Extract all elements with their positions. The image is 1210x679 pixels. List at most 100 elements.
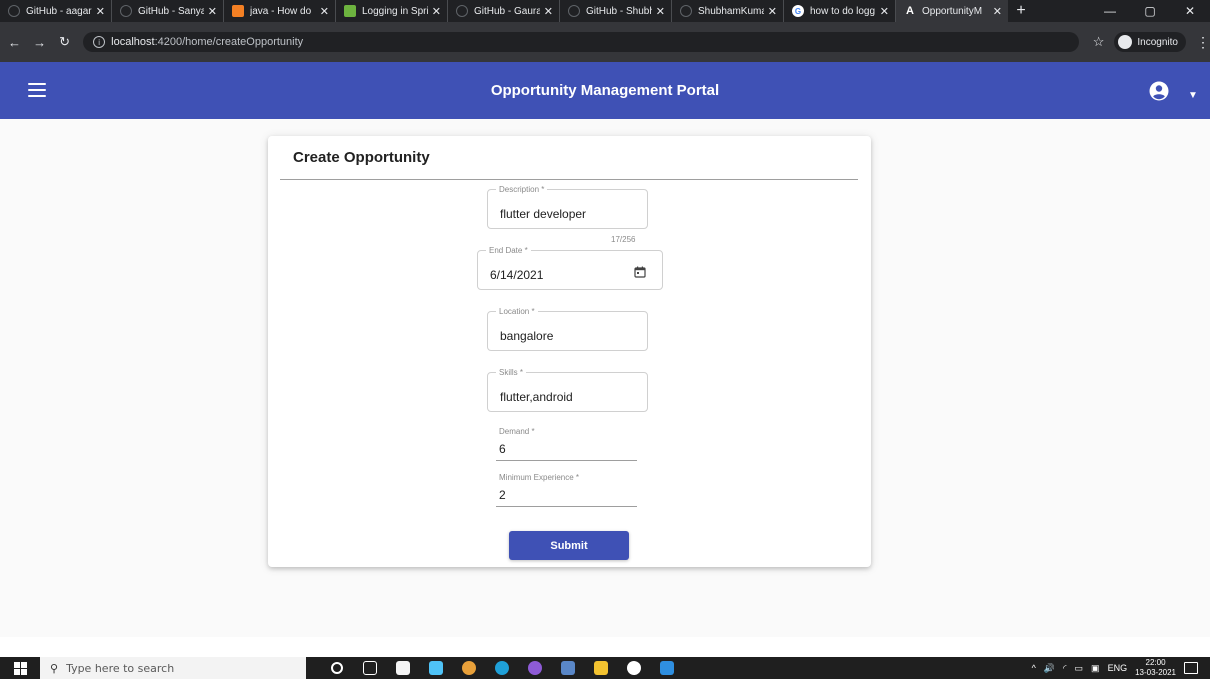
divider bbox=[280, 179, 858, 180]
system-tray: ^ 🔊 ◜ ▭ ▣ ENG 22:00 13-03-2021 bbox=[1032, 658, 1210, 678]
browser-tab[interactable]: GitHub - aagar ✕ bbox=[0, 0, 112, 22]
app-toolbar: Opportunity Management Portal ▼ bbox=[0, 62, 1210, 119]
new-tab-button[interactable]: + bbox=[1008, 0, 1034, 22]
close-icon[interactable]: ✕ bbox=[880, 5, 889, 18]
calendar-icon[interactable] bbox=[634, 265, 646, 283]
chrome-icon[interactable] bbox=[452, 657, 485, 679]
end-date-label: End Date * bbox=[486, 246, 531, 256]
window-close-icon[interactable]: ✕ bbox=[1170, 4, 1210, 18]
tray-chevron-icon[interactable]: ^ bbox=[1032, 663, 1036, 673]
tab-label: ShubhamKuma bbox=[698, 5, 764, 17]
close-icon[interactable]: ✕ bbox=[993, 5, 1002, 18]
browser-tab[interactable]: G how to do logg ✕ bbox=[784, 0, 896, 22]
tab-label: OpportunityM bbox=[922, 5, 983, 17]
close-icon[interactable]: ✕ bbox=[208, 5, 217, 18]
end-date-value: 6/14/2021 bbox=[490, 268, 544, 282]
location-value: bangalore bbox=[500, 329, 554, 343]
spring-icon bbox=[344, 5, 356, 17]
browser-tab[interactable]: java - How do ✕ bbox=[224, 0, 336, 22]
browser-tab[interactable]: GitHub - Gaura ✕ bbox=[448, 0, 560, 22]
tab-label: Logging in Spri bbox=[362, 5, 428, 17]
close-icon[interactable]: ✕ bbox=[96, 5, 105, 18]
volume-icon[interactable]: 🔊 bbox=[1044, 663, 1055, 674]
taskbar-clock[interactable]: 22:00 13-03-2021 bbox=[1135, 658, 1176, 678]
close-icon[interactable]: ✕ bbox=[320, 5, 329, 18]
description-char-counter: 17/256 bbox=[611, 235, 636, 244]
language-indicator[interactable]: ENG bbox=[1108, 663, 1128, 673]
create-opportunity-card: Create Opportunity Description * flutter… bbox=[268, 136, 871, 567]
close-icon[interactable]: ✕ bbox=[432, 5, 441, 18]
more-menu-icon[interactable]: ⋮ bbox=[1196, 34, 1210, 51]
cortana-icon[interactable] bbox=[320, 657, 353, 679]
min-experience-field[interactable]: Minimum Experience * 2 bbox=[496, 473, 637, 507]
incognito-icon bbox=[1118, 35, 1133, 49]
github-icon bbox=[568, 5, 580, 17]
app-title: Opportunity Management Portal bbox=[490, 82, 720, 99]
browser-tab[interactable]: GitHub - Sanya ✕ bbox=[112, 0, 224, 22]
windows-start-icon[interactable] bbox=[0, 657, 40, 679]
end-date-field[interactable]: End Date * 6/14/2021 bbox=[477, 246, 663, 290]
file-explorer-icon[interactable] bbox=[584, 657, 617, 679]
angular-icon: A bbox=[906, 5, 914, 17]
browser-tab[interactable]: Logging in Spri ✕ bbox=[336, 0, 448, 22]
back-arrow-icon[interactable]: ← bbox=[4, 35, 25, 50]
tab-label: java - How do bbox=[250, 5, 312, 17]
os-taskbar: ⚲ Type here to search ^ 🔊 ◜ ▭ ▣ ENG 22:0… bbox=[0, 657, 1210, 679]
maximize-icon[interactable]: ▢ bbox=[1130, 4, 1170, 18]
vscode-icon[interactable] bbox=[650, 657, 683, 679]
dropdown-caret-icon[interactable]: ▼ bbox=[1188, 90, 1198, 101]
taskbar-search-input[interactable]: ⚲ Type here to search bbox=[40, 657, 306, 679]
page-content: Create Opportunity Description * flutter… bbox=[0, 119, 1210, 637]
tab-label: how to do logg bbox=[810, 5, 876, 17]
submit-button[interactable]: Submit bbox=[509, 531, 629, 560]
browser-toolbar: ← → ↻ i localhost :4200/home/createOppor… bbox=[0, 22, 1210, 62]
demand-value: 6 bbox=[499, 442, 506, 456]
description-value: flutter developer bbox=[500, 207, 587, 221]
card-title: Create Opportunity bbox=[293, 149, 430, 166]
address-bar[interactable]: i localhost :4200/home/createOpportunity bbox=[83, 32, 1079, 52]
demand-field[interactable]: Demand * 6 bbox=[496, 427, 637, 461]
close-icon[interactable]: ✕ bbox=[656, 5, 665, 18]
min-experience-label: Minimum Experience * bbox=[499, 473, 580, 482]
wifi-icon[interactable]: ◜ bbox=[1063, 663, 1067, 674]
info-icon[interactable]: i bbox=[93, 36, 106, 48]
taskbar-search-placeholder: Type here to search bbox=[66, 661, 175, 675]
browser-icon[interactable] bbox=[518, 657, 551, 679]
edge-icon[interactable] bbox=[485, 657, 518, 679]
browser-tab-active[interactable]: A OpportunityM ✕ bbox=[896, 0, 1008, 22]
window-controls: — ▢ ✕ bbox=[1090, 0, 1210, 22]
reload-icon[interactable]: ↻ bbox=[54, 34, 75, 50]
browser-tab-strip: GitHub - aagar ✕ GitHub - Sanya ✕ java -… bbox=[0, 0, 1210, 22]
browser-tab[interactable]: GitHub - Shubh ✕ bbox=[560, 0, 672, 22]
notification-icon[interactable] bbox=[1184, 662, 1198, 674]
close-icon[interactable]: ✕ bbox=[768, 5, 777, 18]
account-circle-icon[interactable] bbox=[1149, 81, 1169, 106]
taskbar-pinned-apps bbox=[320, 657, 683, 679]
tray-app-icon[interactable]: ▣ bbox=[1091, 663, 1100, 674]
task-view-icon[interactable] bbox=[353, 657, 386, 679]
incognito-badge[interactable]: Incognito bbox=[1114, 32, 1186, 52]
skills-field[interactable]: Skills * flutter,android bbox=[487, 368, 648, 412]
stackoverflow-icon bbox=[232, 5, 244, 17]
bookmark-star-icon[interactable]: ☆ bbox=[1093, 34, 1105, 50]
app-icon[interactable] bbox=[551, 657, 584, 679]
google-icon: G bbox=[792, 5, 804, 17]
tab-label: GitHub - Shubh bbox=[586, 5, 652, 17]
minimize-icon[interactable]: — bbox=[1090, 4, 1130, 18]
battery-icon[interactable]: ▭ bbox=[1075, 663, 1084, 674]
browser-tab[interactable]: ShubhamKuma ✕ bbox=[672, 0, 784, 22]
store-icon[interactable] bbox=[386, 657, 419, 679]
incognito-label: Incognito bbox=[1137, 36, 1178, 48]
location-field[interactable]: Location * bangalore bbox=[487, 307, 648, 351]
description-label: Description * bbox=[496, 185, 548, 195]
address-path: :4200/home/createOpportunity bbox=[154, 36, 304, 48]
close-icon[interactable]: ✕ bbox=[544, 5, 553, 18]
min-experience-value: 2 bbox=[499, 488, 506, 502]
mail-icon[interactable] bbox=[419, 657, 452, 679]
demand-label: Demand * bbox=[499, 427, 535, 436]
tab-label: GitHub - aagar bbox=[26, 5, 92, 17]
eclipse-icon[interactable] bbox=[617, 657, 650, 679]
forward-arrow-icon[interactable]: → bbox=[29, 35, 50, 50]
description-field[interactable]: Description * flutter developer bbox=[487, 185, 648, 229]
location-label: Location * bbox=[496, 307, 538, 317]
